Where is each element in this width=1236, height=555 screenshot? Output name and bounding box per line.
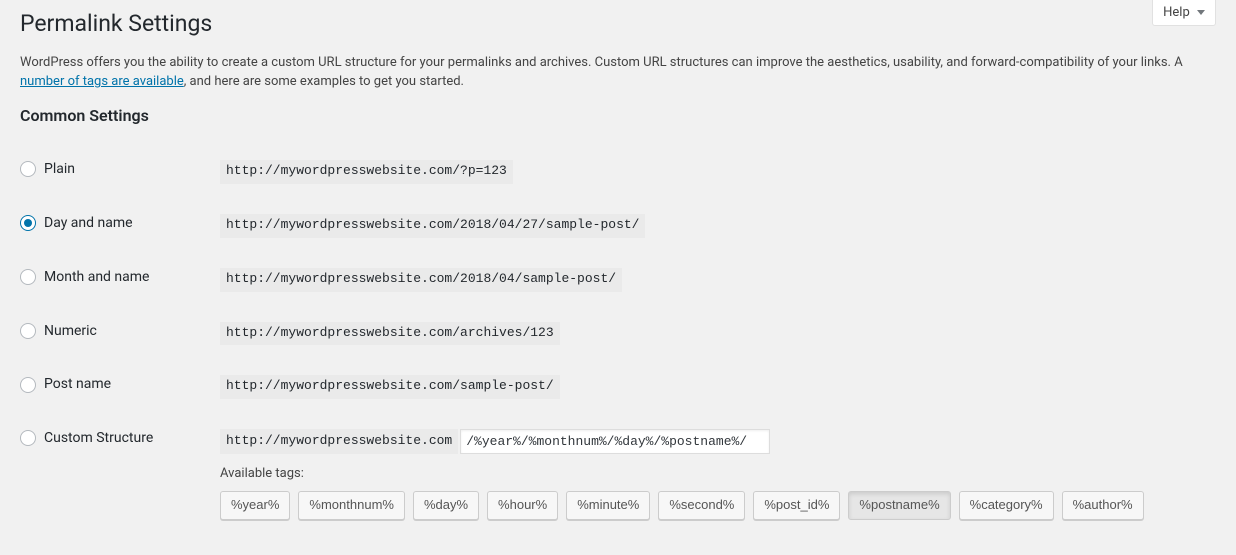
- help-tab-label: Help: [1163, 5, 1190, 20]
- radio-option-post-name[interactable]: Post name: [20, 375, 111, 393]
- permalink-option-row: Custom Structure http://mywordpresswebsit…: [20, 414, 1216, 535]
- radio-label-text: Month and name: [44, 268, 149, 286]
- tag-button[interactable]: %second%: [658, 491, 745, 520]
- radio-option-day-name[interactable]: Day and name: [20, 214, 133, 232]
- chevron-down-icon: [1197, 10, 1205, 15]
- permalink-option-row: Month and name http://mywordpresswebsite.…: [20, 253, 1216, 307]
- radio-label-text: Plain: [44, 160, 75, 178]
- help-tab[interactable]: Help: [1152, 0, 1216, 26]
- intro-paragraph: WordPress offers you the ability to crea…: [20, 53, 1216, 92]
- radio-input-day-name[interactable]: [20, 215, 36, 231]
- page-title: Permalink Settings: [20, 0, 1216, 43]
- radio-label-text: Post name: [44, 375, 111, 393]
- radio-input-month-name[interactable]: [20, 269, 36, 285]
- intro-text-before: WordPress offers you the ability to crea…: [20, 55, 1183, 70]
- tag-button[interactable]: %day%: [413, 491, 479, 520]
- radio-input-custom[interactable]: [20, 430, 36, 446]
- radio-label-text: Day and name: [44, 214, 133, 232]
- tag-button[interactable]: %author%: [1062, 491, 1144, 520]
- example-url: http://mywordpresswebsite.com/2018/04/sa…: [220, 268, 622, 292]
- example-url: http://mywordpresswebsite.com/sample-pos…: [220, 375, 560, 399]
- radio-option-month-name[interactable]: Month and name: [20, 268, 149, 286]
- example-url: http://mywordpresswebsite.com/?p=123: [220, 160, 513, 184]
- radio-input-post-name[interactable]: [20, 377, 36, 393]
- permalink-option-row: Numeric http://mywordpresswebsite.com/arc…: [20, 307, 1216, 361]
- example-url: http://mywordpresswebsite.com/archives/1…: [220, 322, 560, 346]
- radio-input-plain[interactable]: [20, 161, 36, 177]
- permalink-option-row: Plain http://mywordpresswebsite.com/?p=12…: [20, 145, 1216, 199]
- tag-button[interactable]: %category%: [959, 491, 1054, 520]
- permalink-option-row: Day and name http://mywordpresswebsite.co…: [20, 199, 1216, 253]
- tag-button[interactable]: %hour%: [487, 491, 558, 520]
- available-tags-label: Available tags:: [220, 466, 1206, 483]
- example-url: http://mywordpresswebsite.com/2018/04/27…: [220, 214, 645, 238]
- intro-text-after: , and here are some examples to get you …: [184, 74, 464, 89]
- radio-option-numeric[interactable]: Numeric: [20, 322, 97, 340]
- radio-option-custom[interactable]: Custom Structure: [20, 429, 153, 447]
- intro-link[interactable]: number of tags are available: [20, 74, 184, 89]
- tag-button-row: %year% %monthnum% %day% %hour% %minute% %seco…: [220, 491, 1206, 520]
- radio-label-text: Custom Structure: [44, 429, 153, 447]
- common-settings-heading: Common Settings: [20, 106, 1216, 125]
- tag-button[interactable]: %postname%: [848, 491, 950, 520]
- permalink-option-row: Post name http://mywordpresswebsite.com/s…: [20, 360, 1216, 414]
- tag-button[interactable]: %monthnum%: [298, 491, 405, 520]
- custom-base-url: http://mywordpresswebsite.com: [220, 429, 458, 454]
- permalink-options-table: Plain http://mywordpresswebsite.com/?p=12…: [20, 145, 1216, 536]
- radio-option-plain[interactable]: Plain: [20, 160, 75, 178]
- radio-input-numeric[interactable]: [20, 323, 36, 339]
- tag-button[interactable]: %post_id%: [753, 491, 840, 520]
- tag-button[interactable]: %year%: [220, 491, 290, 520]
- custom-structure-input[interactable]: [460, 429, 770, 454]
- tag-button[interactable]: %minute%: [566, 491, 650, 520]
- radio-label-text: Numeric: [44, 322, 97, 340]
